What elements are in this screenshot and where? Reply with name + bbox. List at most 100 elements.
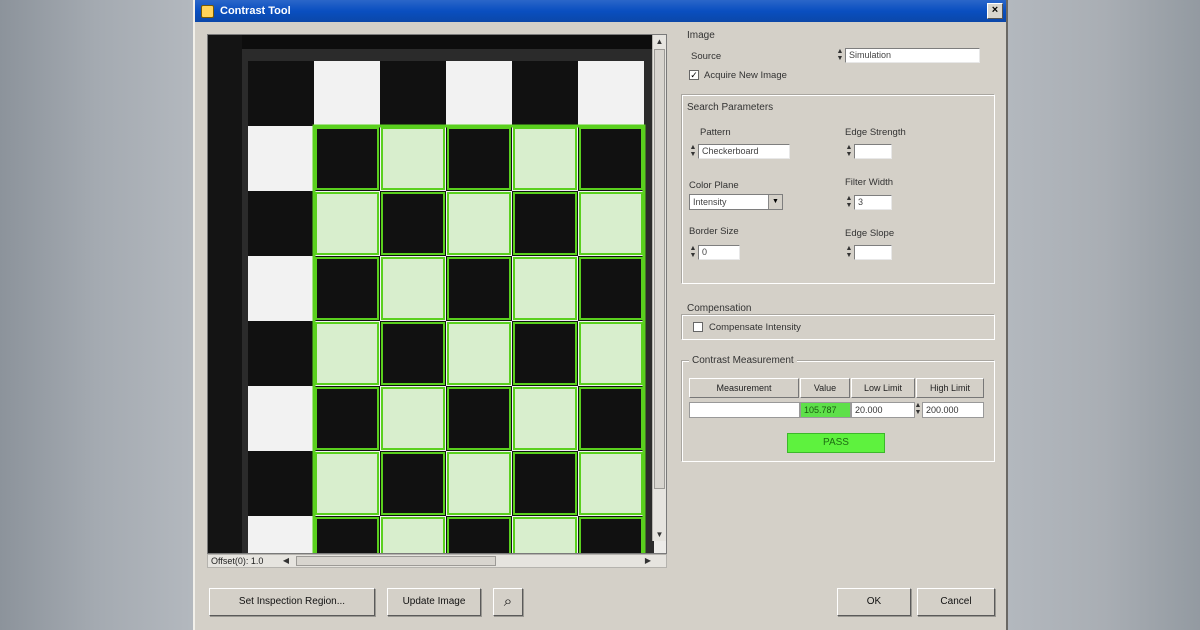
horizontal-scrollbar[interactable]: Offset(0): 1.0 ◀ ▶ (207, 554, 667, 568)
color-plane-select[interactable]: Intensity ▼ (689, 194, 783, 210)
source-spinner-icon[interactable]: ▲ ▼ (836, 48, 844, 63)
low-limit-column-header: Low Limit (851, 378, 915, 398)
vertical-scroll-thumb[interactable] (654, 49, 665, 489)
board-square (380, 451, 446, 516)
contrast-measurement-title: Contrast Measurement (689, 355, 797, 366)
value-cell: 105.787 (800, 402, 851, 418)
checkerboard-image (208, 35, 654, 553)
compensate-intensity-label: Compensate Intensity (709, 322, 801, 333)
board-square (578, 126, 644, 191)
measurement-column-header: Measurement (689, 378, 799, 398)
low-limit-field[interactable]: 20.000 (851, 402, 915, 418)
highlight-cell (381, 257, 445, 320)
image-top-edge (208, 35, 654, 49)
pattern-spinner-icon[interactable]: ▲ ▼ (689, 144, 697, 159)
contrast-tool-dialog: Contrast Tool × ▲ ▼ Offset(0): 1.0 ◀ ▶ I… (193, 0, 1008, 630)
highlight-cell (381, 127, 445, 190)
edge-strength-spinner-icon[interactable]: ▲ ▼ (845, 144, 853, 159)
board-square (380, 191, 446, 256)
highlight-cell (447, 322, 511, 385)
pass-status-badge: PASS (787, 433, 885, 453)
border-size-label: Border Size (689, 226, 739, 237)
highlight-cell (513, 387, 577, 450)
image-group-title: Image (687, 30, 715, 41)
highlight-cell (513, 257, 577, 320)
edge-slope-spinner-icon[interactable]: ▲ ▼ (845, 245, 853, 260)
board-square (314, 256, 380, 321)
board-square (380, 61, 446, 126)
highlight-cell (513, 517, 577, 553)
highlight-cell (315, 452, 379, 515)
board-square (248, 61, 314, 126)
edge-slope-label: Edge Slope (845, 228, 895, 239)
set-inspection-region-button[interactable]: Set Inspection Region... (209, 588, 375, 616)
border-size-field[interactable]: 0 (698, 245, 740, 260)
measurement-cell (689, 402, 800, 418)
board-square (578, 516, 644, 553)
board-square (578, 61, 644, 126)
source-field[interactable]: Simulation (845, 48, 980, 63)
board-square (512, 61, 578, 126)
scroll-down-arrow-icon[interactable]: ▼ (653, 528, 666, 541)
board-square (512, 451, 578, 516)
scroll-up-arrow-icon[interactable]: ▲ (653, 35, 666, 48)
filter-width-field[interactable]: 3 (854, 195, 892, 210)
board-square (248, 321, 314, 386)
compensation-title: Compensation (687, 303, 752, 314)
acquire-new-image-checkbox[interactable]: ✓ (689, 70, 699, 80)
board-square (314, 516, 380, 553)
compensate-intensity-checkbox[interactable] (693, 322, 703, 332)
highlight-cell (315, 192, 379, 255)
board-square (314, 126, 380, 191)
color-plane-value: Intensity (693, 197, 727, 207)
board-square (446, 61, 512, 126)
board-square (248, 516, 314, 553)
vertical-scrollbar[interactable]: ▲ ▼ (652, 35, 666, 541)
pattern-field[interactable]: Checkerboard (698, 144, 790, 159)
image-viewer[interactable]: ▲ ▼ (207, 34, 667, 554)
close-button[interactable]: × (987, 3, 1003, 19)
board-square (248, 191, 314, 256)
board-square (314, 386, 380, 451)
scroll-right-arrow-icon[interactable]: ▶ (642, 555, 654, 567)
filter-width-spinner-icon[interactable]: ▲ ▼ (845, 195, 853, 210)
edge-slope-field[interactable] (854, 245, 892, 260)
high-limit-field[interactable]: 200.000 (922, 402, 984, 418)
filter-width-label: Filter Width (845, 177, 894, 188)
highlight-cell (579, 192, 643, 255)
value-column-header: Value (800, 378, 850, 398)
highlight-cell (381, 387, 445, 450)
highlight-cell (447, 452, 511, 515)
color-plane-label: Color Plane (689, 180, 739, 191)
board-square (380, 321, 446, 386)
highlight-cell (579, 322, 643, 385)
cancel-button[interactable]: Cancel (917, 588, 995, 616)
board-square (578, 256, 644, 321)
acquire-new-image-label: Acquire New Image (704, 70, 787, 81)
update-image-button[interactable]: Update Image (387, 588, 481, 616)
board-square (248, 126, 314, 191)
board-square (446, 516, 512, 553)
board-square (578, 386, 644, 451)
highlight-cell (447, 192, 511, 255)
chevron-down-icon[interactable]: ▼ (768, 195, 782, 209)
horizontal-scroll-thumb[interactable] (296, 556, 496, 566)
magnifier-icon[interactable]: ⌕ (493, 588, 523, 616)
highlight-cell (513, 127, 577, 190)
search-parameters-title: Search Parameters (687, 102, 774, 113)
app-icon (201, 4, 214, 18)
board-square (512, 191, 578, 256)
zoom-label: Offset(0): 1.0 (211, 556, 264, 566)
scroll-left-arrow-icon[interactable]: ◀ (280, 555, 292, 567)
highlight-cell (315, 322, 379, 385)
low-limit-spinner-icon[interactable]: ▲ ▼ (914, 402, 922, 418)
board-square (512, 321, 578, 386)
border-size-spinner-icon[interactable]: ▲ ▼ (689, 245, 697, 260)
high-limit-column-header: High Limit (916, 378, 984, 398)
highlight-cell (579, 452, 643, 515)
board-square (314, 61, 380, 126)
pattern-label: Pattern (700, 127, 731, 138)
edge-strength-field[interactable] (854, 144, 892, 159)
ok-button[interactable]: OK (837, 588, 911, 616)
board-square (446, 386, 512, 451)
